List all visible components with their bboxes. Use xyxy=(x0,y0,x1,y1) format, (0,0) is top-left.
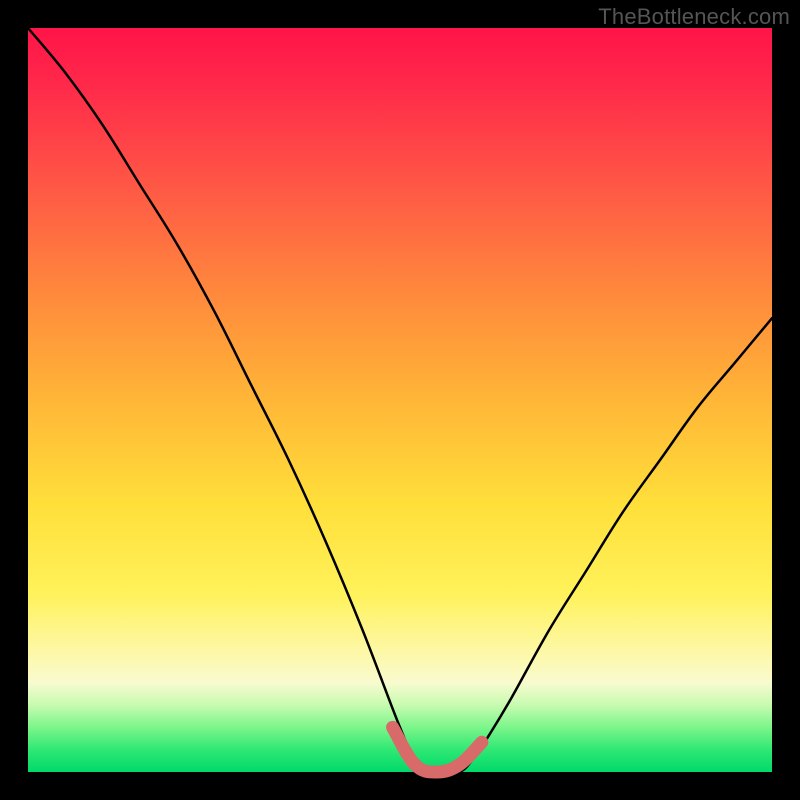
optimal-range-highlight-line xyxy=(393,727,482,772)
gradient-plot-area xyxy=(28,28,772,772)
chart-frame: TheBottleneck.com xyxy=(0,0,800,800)
bottleneck-curve-line xyxy=(28,28,772,774)
watermark-text: TheBottleneck.com xyxy=(598,4,790,30)
curve-svg xyxy=(28,28,772,772)
